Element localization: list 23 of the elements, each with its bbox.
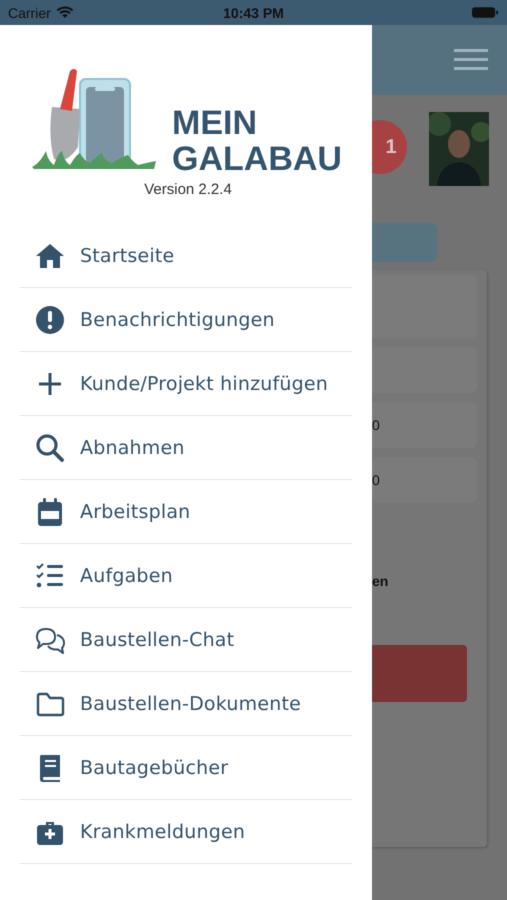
status-time: 10:43 PM <box>223 4 284 20</box>
input-field: 0 <box>372 402 477 448</box>
version-label: Version 2.2.4 <box>143 181 233 198</box>
battery-icon <box>472 6 499 19</box>
wifi-icon <box>56 6 74 19</box>
menu-item[interactable]: Baustellen-Chat <box>20 608 352 672</box>
menu-icon[interactable] <box>454 49 488 71</box>
exclamation-icon <box>34 304 66 336</box>
menu-item[interactable]: Baustellen-Dokumente <box>20 672 352 736</box>
label-fragment: en <box>372 573 390 589</box>
menu-item[interactable]: Benachrichtigungen <box>20 288 352 352</box>
menu-item[interactable]: Aufgaben <box>20 544 352 608</box>
search-icon <box>34 432 66 464</box>
app-logo-text: MEIN GALABAU <box>172 105 342 177</box>
menu-item[interactable]: Abnahmen <box>20 416 352 480</box>
menu-item[interactable]: Krankmeldungen <box>20 800 352 864</box>
menu-item[interactable]: Bautagebücher <box>20 736 352 800</box>
menu-item[interactable]: Kunde/Projekt hinzufügen <box>20 352 352 416</box>
menu-item[interactable]: Arbeitsplan <box>20 480 352 544</box>
input-field: 0 <box>372 457 477 503</box>
menu-item[interactable]: Startseite <box>20 224 352 288</box>
carrier-name: Carrier <box>8 4 51 20</box>
notification-badge: 1 <box>372 120 407 174</box>
